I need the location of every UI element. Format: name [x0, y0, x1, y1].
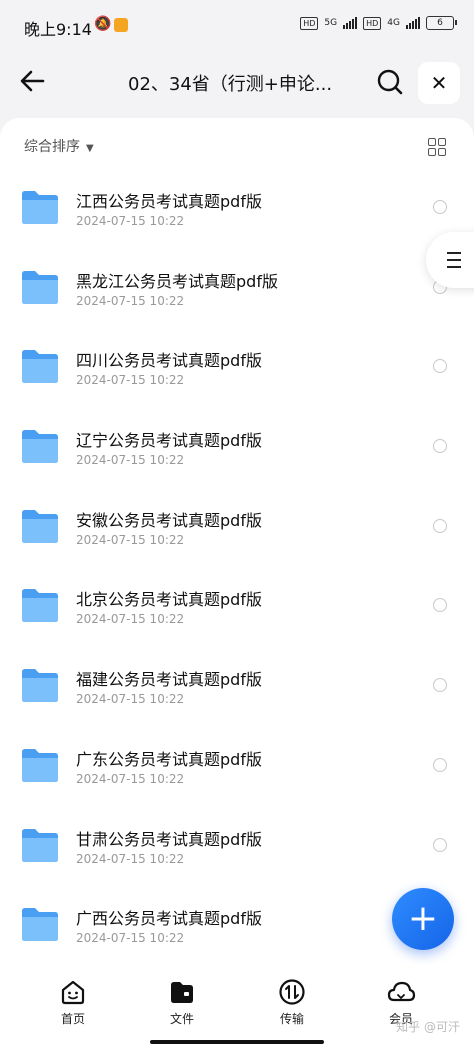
side-menu-tab[interactable]	[426, 232, 474, 288]
tab-transfer[interactable]: 传输	[262, 978, 322, 1027]
file-date: 2024-07-15 10:22	[76, 771, 185, 786]
network-5g-label: 5G	[324, 18, 338, 28]
home-indicator[interactable]	[150, 1040, 324, 1044]
header: 02、34省（行测+申论... ✕	[0, 52, 474, 114]
tab-files-label: 文件	[169, 1012, 194, 1026]
list-item[interactable]: 辽宁公务员考试真题pdf版 2024-07-15 10:22	[0, 409, 474, 489]
file-name: 黑龙江公务员考试真题pdf版	[76, 271, 278, 291]
select-radio[interactable]	[433, 518, 447, 533]
home-face-icon	[61, 980, 85, 1005]
file-name: 北京公务员考试真题pdf版	[76, 590, 262, 610]
select-radio[interactable]	[433, 200, 447, 214]
folder-icon	[22, 908, 58, 942]
folder-icon	[22, 191, 58, 224]
file-date: 2024-07-15 10:22	[76, 931, 185, 946]
folder-icon	[22, 509, 58, 543]
file-date: 2024-07-15 10:22	[76, 453, 185, 468]
list-item[interactable]: 福建公务员考试真题pdf版 2024-07-15 10:22	[0, 648, 474, 728]
file-list-panel: 综合排序 ▼ 江西公务员考试真题pdf版 2024-07-15 10:22 黑龙江…	[0, 118, 474, 964]
list-item[interactable]: 四川公务员考试真题pdf版 2024-07-15 10:22	[0, 329, 474, 409]
file-date: 2024-07-15 10:22	[76, 532, 185, 547]
battery-icon: 6	[426, 16, 457, 30]
add-button[interactable]: +	[392, 888, 454, 950]
folder-icon	[22, 589, 58, 623]
file-name: 安徽公务员考试真题pdf版	[76, 510, 262, 530]
file-list: 江西公务员考试真题pdf版 2024-07-15 10:22 黑龙江公务员考试真…	[0, 170, 474, 964]
signal-icon	[343, 17, 358, 29]
hd-badge: HD	[300, 16, 319, 30]
file-name: 广东公务员考试真题pdf版	[76, 749, 262, 769]
folder-icon	[22, 828, 58, 862]
file-date: 2024-07-15 10:22	[76, 293, 185, 308]
list-item[interactable]: 甘肃公务员考试真题pdf版 2024-07-15 10:22	[0, 808, 474, 888]
sort-dropdown[interactable]: 综合排序 ▼	[24, 136, 94, 156]
folder-icon	[22, 350, 58, 384]
file-name: 四川公务员考试真题pdf版	[76, 351, 262, 371]
file-name: 福建公务员考试真题pdf版	[76, 670, 262, 690]
menu-icon	[447, 252, 461, 273]
file-name: 广西公务员考试真题pdf版	[76, 909, 262, 929]
list-item[interactable]: 广东公务员考试真题pdf版 2024-07-15 10:22	[0, 728, 474, 808]
select-radio[interactable]	[433, 598, 447, 613]
status-bar: 晚上9:14 🔕 HD 5G HD 4G 6	[0, 0, 474, 52]
select-radio[interactable]	[433, 757, 447, 772]
file-name: 江西公务员考试真题pdf版	[76, 192, 262, 211]
folder-icon	[22, 430, 58, 464]
folder-icon	[22, 270, 58, 304]
transfer-icon	[279, 979, 305, 1005]
close-icon: ✕	[430, 71, 448, 95]
file-date: 2024-07-15 10:22	[76, 373, 185, 388]
file-name: 甘肃公务员考试真题pdf版	[76, 829, 262, 849]
file-date: 2024-07-15 10:22	[76, 692, 185, 707]
signal-icon-2	[406, 17, 420, 29]
page-title: 02、34省（行测+申论...	[128, 74, 333, 95]
tab-home[interactable]: 首页	[43, 978, 103, 1027]
tab-files[interactable]: 文件	[152, 978, 212, 1027]
select-radio[interactable]	[433, 439, 447, 454]
select-radio[interactable]	[433, 359, 447, 374]
arrow-left-icon[interactable]	[18, 66, 48, 96]
list-item[interactable]: 江西公务员考试真题pdf版 2024-07-15 10:22	[0, 170, 474, 250]
battery-level: 6	[437, 18, 443, 28]
folder-icon	[22, 748, 58, 782]
file-date: 2024-07-15 10:22	[76, 612, 185, 627]
list-item[interactable]: 黑龙江公务员考试真题pdf版 2024-07-15 10:22	[0, 250, 474, 330]
close-button[interactable]: ✕	[418, 62, 460, 104]
grid-view-icon[interactable]	[428, 138, 446, 156]
search-icon[interactable]	[376, 68, 404, 96]
status-time: 晚上9:14	[24, 20, 92, 39]
app-notification-icon	[114, 18, 128, 32]
file-date: 2024-07-15 10:22	[76, 214, 185, 228]
hd-badge-2: HD	[363, 16, 382, 30]
file-name: 辽宁公务员考试真题pdf版	[76, 431, 262, 451]
list-item[interactable]: 北京公务员考试真题pdf版 2024-07-15 10:22	[0, 568, 474, 648]
tab-transfer-label: 传输	[279, 1012, 304, 1026]
folder-icon	[22, 669, 58, 703]
plus-icon: +	[407, 898, 439, 939]
network-4g-label: 4G	[387, 18, 400, 28]
mute-bell-icon: 🔕	[94, 16, 112, 32]
tab-home-label: 首页	[60, 1012, 85, 1026]
sort-label: 综合排序	[24, 139, 80, 155]
select-radio[interactable]	[433, 678, 447, 693]
list-item[interactable]: 安徽公务员考试真题pdf版 2024-07-15 10:22	[0, 489, 474, 569]
watermark: 知乎 @可汗	[396, 1020, 460, 1034]
status-indicators: HD 5G HD 4G 6	[300, 16, 457, 30]
folder-filled-icon	[171, 982, 193, 1003]
select-radio[interactable]	[433, 837, 447, 852]
caret-down-icon: ▼	[86, 143, 94, 154]
file-date: 2024-07-15 10:22	[76, 851, 185, 866]
cloud-icon	[387, 981, 416, 1002]
